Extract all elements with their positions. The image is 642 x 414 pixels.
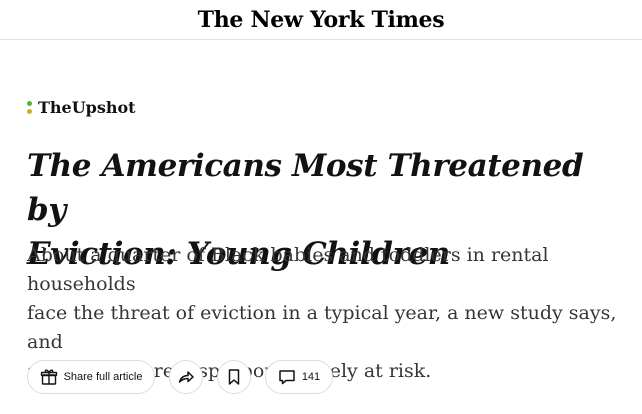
section-name: TheUpshot — [38, 97, 136, 117]
comments-button[interactable]: 141 — [265, 360, 333, 394]
share-button-label: Share full article — [63, 371, 143, 383]
article-actions: Share full article 141 — [27, 360, 333, 394]
headline-line-1: The Americans Most Threatened by — [27, 148, 584, 228]
share-full-article-button[interactable]: Share full article — [27, 360, 155, 394]
upshot-dots-icon — [27, 100, 32, 114]
comment-count: 141 — [301, 371, 321, 383]
bookmark-icon — [226, 368, 242, 386]
masthead: The New York Times — [0, 0, 642, 40]
nyt-logo[interactable]: The New York Times — [198, 7, 445, 33]
gift-icon — [40, 368, 58, 386]
section-label[interactable]: TheUpshot — [27, 96, 136, 118]
comment-icon — [278, 368, 296, 386]
share-button[interactable] — [169, 360, 203, 394]
share-arrow-icon — [177, 368, 195, 386]
summary-line-2: face the threat of eviction in a typical… — [27, 302, 617, 353]
summary-line-1: About a quarter of Black babies and todd… — [27, 244, 549, 295]
save-button[interactable] — [217, 360, 251, 394]
